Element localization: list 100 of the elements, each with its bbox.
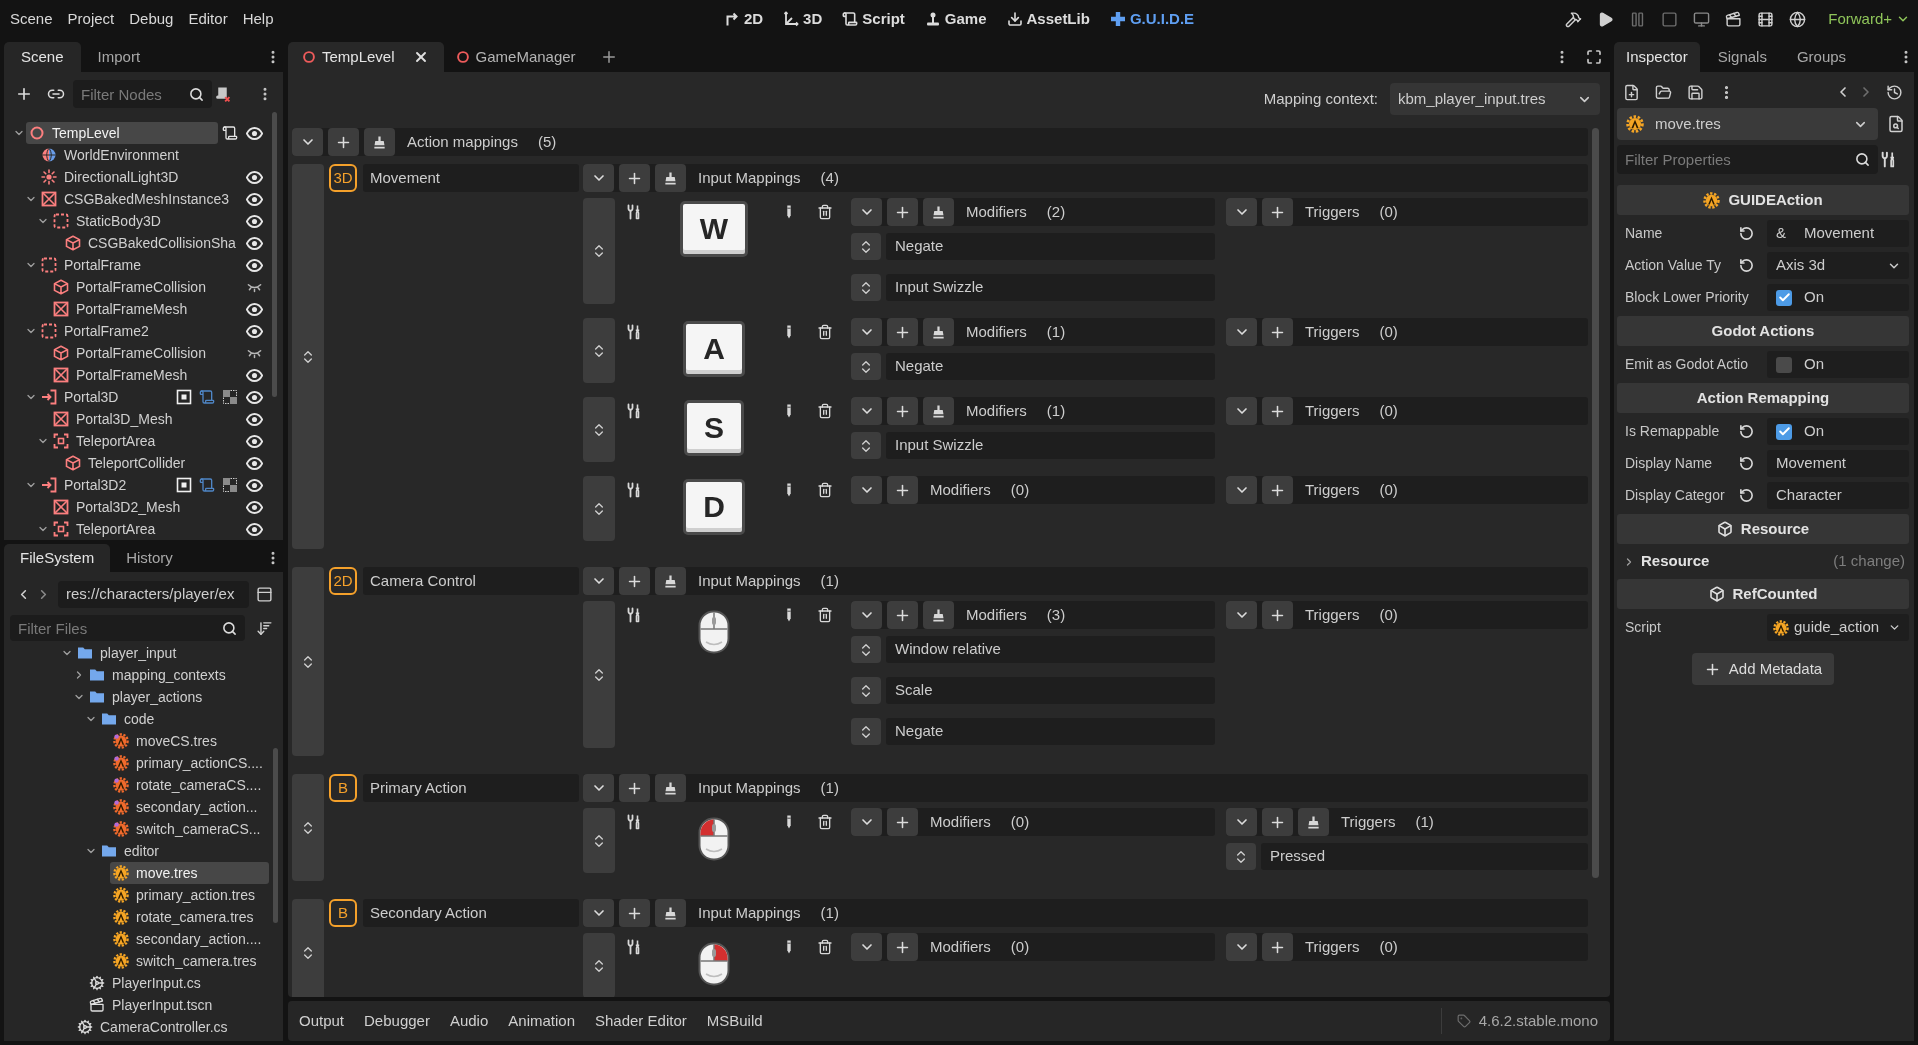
tree-node[interactable]: TempLevel [26, 122, 218, 144]
collapse-button[interactable] [851, 476, 882, 504]
drag-handle[interactable] [292, 774, 324, 881]
drag-handle[interactable] [583, 601, 615, 748]
scrollbar[interactable] [272, 112, 277, 397]
tree-node[interactable]: TeleportCollider [62, 452, 238, 474]
drag-handle[interactable] [583, 318, 615, 383]
clapperboard-icon[interactable] [1725, 10, 1743, 28]
name-field[interactable]: Secondary Action [363, 899, 579, 927]
eye-icon[interactable] [246, 454, 263, 472]
trash-icon[interactable] [817, 482, 833, 498]
mapping-context-dropdown[interactable]: kbm_player_input.tres [1390, 83, 1600, 115]
eye-icon[interactable] [246, 256, 263, 274]
add-button[interactable] [328, 128, 359, 156]
file-item[interactable]: CameraController.cs [74, 1016, 269, 1038]
file-item[interactable]: primary_actionCS.... [110, 752, 269, 774]
main-screen-tab[interactable]: G.U.I.D.E [1109, 7, 1195, 31]
file-item[interactable]: switch_cameraCS... [110, 818, 269, 840]
tree-node[interactable]: WorldEnvironment [38, 144, 238, 166]
tree-node[interactable]: TeleportArea [50, 430, 238, 452]
editor-tab[interactable]: TempLevel [288, 42, 444, 72]
tree-node[interactable]: PortalFrameCollision [50, 276, 238, 298]
drag-handle[interactable] [292, 164, 324, 549]
drag-handle[interactable] [851, 274, 881, 301]
file-item[interactable]: player_actions [86, 686, 269, 708]
dropdown[interactable]: Axis 3d [1767, 252, 1909, 279]
tree-node[interactable]: Portal3D_Mesh [50, 408, 238, 430]
clear-button[interactable] [923, 318, 954, 346]
collapse-button[interactable] [851, 198, 882, 226]
bottom-panel-tab[interactable]: Debugger [364, 1009, 430, 1033]
text-field[interactable]: Character [1767, 482, 1909, 509]
resource-dropdown[interactable]: move.tres [1617, 108, 1878, 140]
collapse-button[interactable] [1226, 476, 1257, 504]
bottom-panel-tab[interactable]: Animation [508, 1009, 575, 1033]
revert-icon[interactable] [1739, 424, 1754, 439]
add-button[interactable] [1262, 601, 1293, 629]
clear-button[interactable] [923, 601, 954, 629]
add-button[interactable] [1262, 933, 1293, 961]
sort-icon[interactable] [256, 619, 273, 637]
collapse-button[interactable] [1226, 601, 1257, 629]
collapse-button[interactable] [851, 933, 882, 961]
dock-tab[interactable]: FileSystem [4, 544, 111, 572]
eye-icon[interactable] [246, 432, 263, 450]
eye-icon[interactable] [246, 520, 263, 538]
checkbox[interactable] [1776, 356, 1792, 373]
panel-icon[interactable] [256, 586, 273, 603]
trash-icon[interactable] [817, 814, 833, 830]
file-item[interactable]: moveCS.tres [110, 730, 269, 752]
checker-icon[interactable] [222, 477, 238, 493]
collapse-button[interactable] [292, 128, 323, 156]
main-screen-tab[interactable]: Script [842, 7, 905, 31]
revert-icon[interactable] [1739, 258, 1754, 273]
tree-node[interactable]: PortalFrame2 [38, 320, 238, 342]
eye-icon[interactable] [246, 300, 263, 318]
scrollbar[interactable] [1592, 128, 1599, 878]
add-button[interactable] [887, 933, 918, 961]
add-button[interactable] [1262, 808, 1293, 836]
collapse-button[interactable] [583, 567, 614, 595]
hammer-icon[interactable] [1565, 10, 1583, 28]
clear-button[interactable] [655, 567, 686, 595]
eye-icon[interactable] [246, 322, 263, 340]
file-item[interactable]: PlayerInput.tscn [86, 994, 269, 1016]
file-item[interactable]: move.tres [110, 862, 269, 884]
collapse-button[interactable] [583, 899, 614, 927]
tree-node[interactable]: StaticBody3D [50, 210, 238, 232]
drag-handle[interactable] [583, 476, 615, 541]
eye-icon[interactable] [246, 388, 263, 406]
eye-icon[interactable] [246, 476, 263, 494]
revert-icon[interactable] [1739, 226, 1754, 241]
collapse-button[interactable] [851, 808, 882, 836]
scrollbar[interactable] [273, 748, 278, 923]
file-item[interactable]: primary_action.tres [110, 884, 269, 906]
trash-icon[interactable] [817, 403, 833, 419]
collapse-button[interactable] [583, 774, 614, 802]
file-item[interactable]: code [98, 708, 269, 730]
bottom-panel-tab[interactable]: Audio [449, 1009, 489, 1033]
text-field[interactable]: Movement [1767, 450, 1909, 477]
dock-tab[interactable]: History [110, 544, 189, 572]
add-metadata-button[interactable]: Add Metadata [1691, 653, 1835, 685]
add-button[interactable] [887, 808, 918, 836]
filter-field[interactable]: Filter Properties [1617, 145, 1878, 174]
file-plus-icon[interactable] [1623, 83, 1640, 101]
tools-icon[interactable] [1880, 151, 1897, 168]
file-item[interactable]: switch_camera.tres [110, 950, 269, 972]
dock-tab[interactable]: Signals [1705, 42, 1779, 72]
add-button[interactable] [1262, 397, 1293, 425]
tree-node[interactable]: PortalFrame [38, 254, 238, 276]
file-item[interactable]: player_input [74, 642, 269, 664]
eye-icon[interactable] [246, 190, 263, 208]
eye-icon[interactable] [246, 168, 263, 186]
trash-icon[interactable] [817, 324, 833, 340]
tools-icon[interactable] [626, 204, 642, 220]
tree-node[interactable]: Portal3D2 [38, 474, 172, 496]
collapse-button[interactable] [1226, 198, 1257, 226]
trash-icon[interactable] [817, 939, 833, 955]
file-item[interactable]: rotate_cameraCS.... [110, 774, 269, 796]
filter-field[interactable]: Filter Nodes [73, 80, 212, 108]
main-screen-tab[interactable]: AssetLib [1006, 7, 1090, 31]
history-icon[interactable] [1886, 83, 1903, 101]
collapse-button[interactable] [1226, 397, 1257, 425]
